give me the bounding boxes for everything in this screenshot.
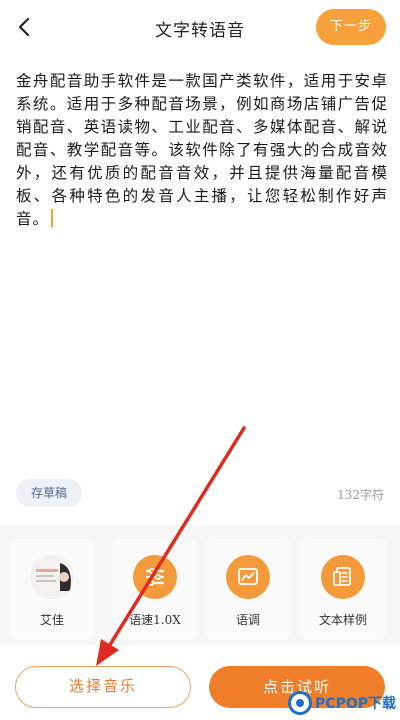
select-music-button[interactable]: 选择音乐 — [15, 666, 191, 708]
next-step-button[interactable]: 下一步 — [316, 9, 386, 45]
top-bar: 文字转语音 下一步 — [0, 0, 400, 56]
tool-label: 语调 — [235, 613, 260, 627]
tool-label: 语速1.0X — [129, 613, 181, 627]
text-editor[interactable]: 金舟配音助手软件是一款国产类软件，适用于安卓系统。适用于多种配音场景，例如商场店… — [16, 70, 388, 231]
tool-panel: 艾佳 语速1.0X 语调 文本样例 — [0, 525, 400, 645]
tool-anchor[interactable]: 艾佳 — [9, 539, 95, 639]
tool-speed[interactable]: 语速1.0X — [112, 539, 198, 639]
document-icon — [333, 567, 351, 586]
watermark: PCPOP下载 — [288, 690, 396, 716]
tool-text-sample[interactable]: 文本样例 — [300, 539, 386, 639]
char-count: 132字符 — [337, 488, 384, 502]
watermark-logo-icon — [288, 691, 313, 715]
speed-icon — [145, 567, 165, 587]
editor-text: 金舟配音助手软件是一款国产类软件，适用于安卓系统。适用于多种配音场景，例如商场店… — [16, 72, 388, 228]
text-caret — [51, 209, 54, 227]
tool-label: 艾佳 — [39, 613, 64, 627]
anchor-avatar — [30, 555, 74, 599]
watermark-text: PCPOP下载 — [315, 696, 396, 712]
tool-label: 文本样例 — [318, 613, 367, 627]
tool-tone[interactable]: 语调 — [205, 539, 291, 639]
tone-chart-icon — [238, 568, 258, 585]
save-draft-button[interactable]: 存草稿 — [16, 479, 82, 507]
